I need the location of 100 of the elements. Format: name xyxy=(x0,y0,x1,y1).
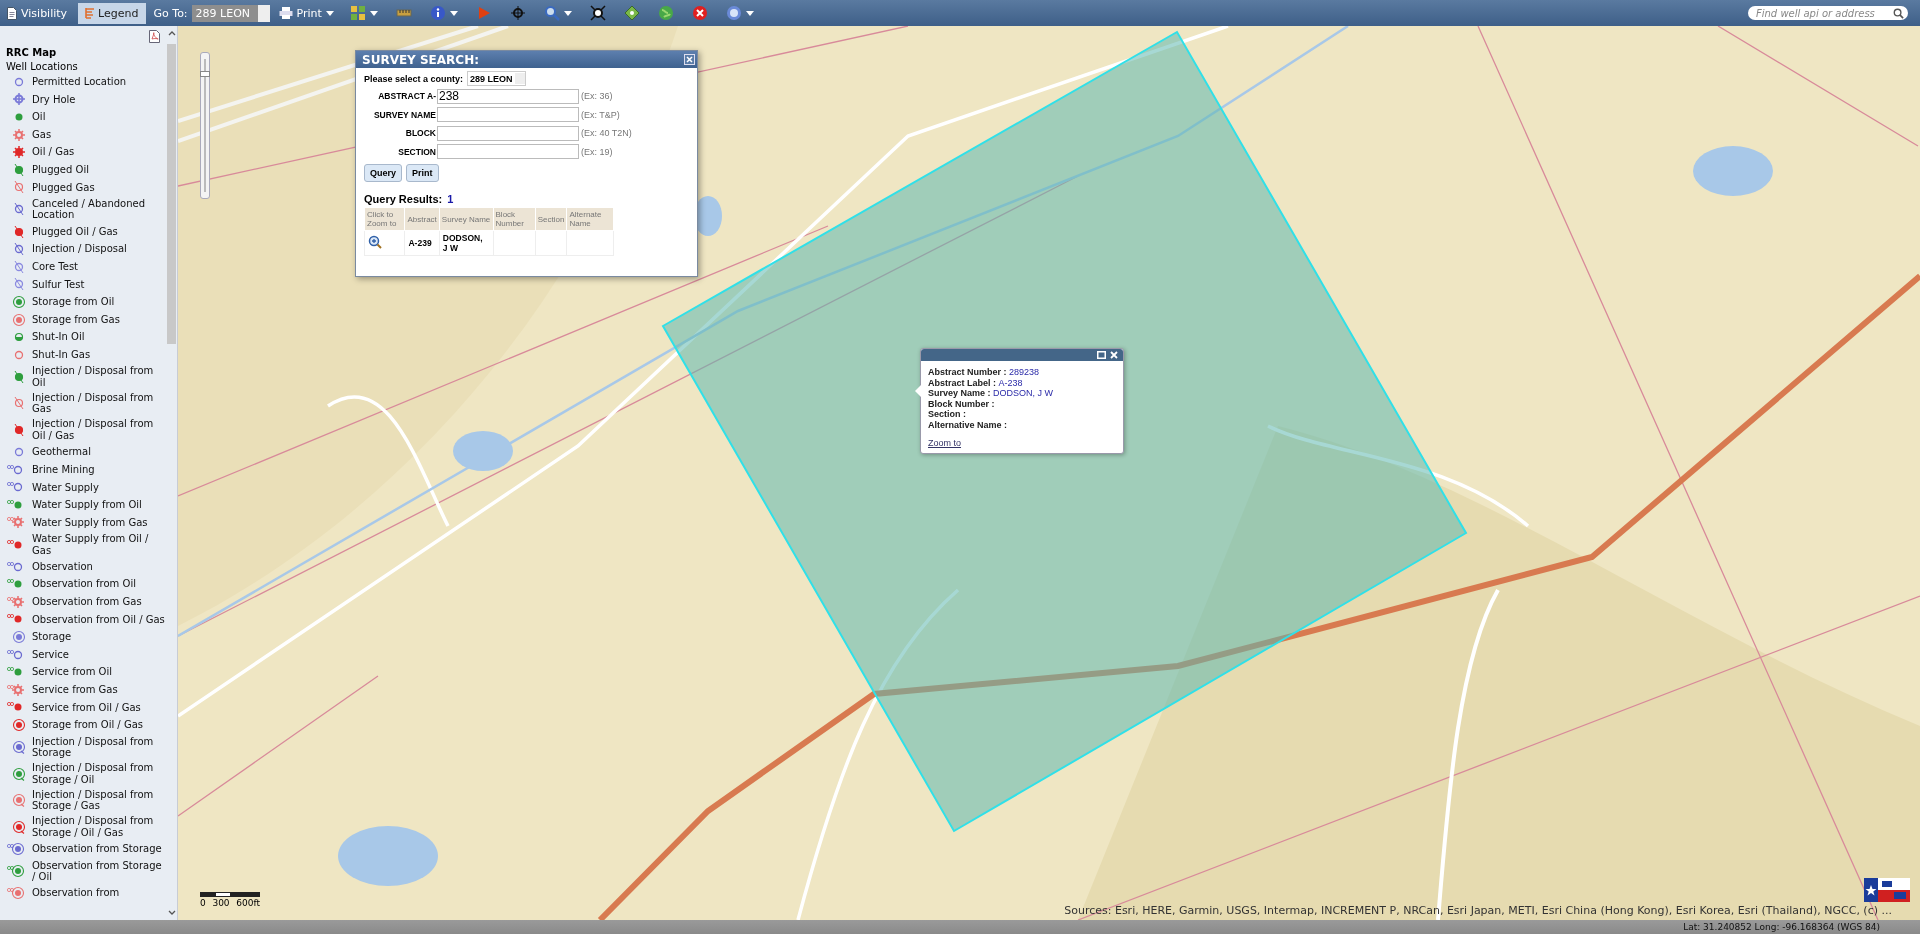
printer-icon xyxy=(278,7,293,19)
info-icon xyxy=(429,5,446,21)
legend-label: Water Supply from Oil / Gas xyxy=(32,533,150,557)
page-icon xyxy=(7,6,17,20)
legend-label: Plugged Oil / Gas xyxy=(32,225,118,238)
dialog-title: SURVEY SEARCH: xyxy=(362,52,479,67)
zoom-slider-thumb[interactable] xyxy=(200,71,210,78)
county-label: Please select a county: xyxy=(364,73,464,84)
legend-label: Observation from xyxy=(32,887,120,899)
legend-label: Shut-In Gas xyxy=(32,348,91,361)
legend-label: Core Test xyxy=(32,261,78,273)
toolbar-tab[interactable]: Visibility xyxy=(0,2,75,24)
dialog-button[interactable]: Query xyxy=(364,164,402,182)
input-field[interactable]: 238 xyxy=(437,88,579,104)
legend-label: Injection / Disposal from Storage / Oil / Gas xyxy=(32,815,155,839)
results-heading: Query Results: xyxy=(364,193,443,205)
legend-label: Observation from Oil / Gas xyxy=(32,613,165,626)
legend-label: Shut-In Oil xyxy=(32,331,85,343)
results-count: 1 xyxy=(447,193,454,205)
column-header: Click to Zoom to xyxy=(364,207,405,231)
county-select[interactable]: 289 LEON xyxy=(467,71,526,86)
legend-label: Injection / Disposal from Gas xyxy=(32,391,155,415)
caret-icon xyxy=(745,10,754,16)
list-icon xyxy=(85,7,95,19)
legend-label: Permitted Location xyxy=(32,76,127,88)
legend-label: Observation from Storage xyxy=(32,843,162,855)
legend-label: Storage xyxy=(32,631,72,643)
legend-label: Injection / Disposal from Storage / Oil xyxy=(32,762,155,786)
legend-label: Geothermal xyxy=(32,446,91,458)
scale-label: 300 xyxy=(212,898,230,908)
field-label: SURVEY NAME xyxy=(372,109,437,120)
legend-label: Oil xyxy=(32,111,46,123)
legend-label: Water Supply from Gas xyxy=(32,516,148,529)
zoom-slider[interactable] xyxy=(200,52,210,199)
legend-label: Canceled / Abandoned Location xyxy=(32,197,147,221)
column-header: Survey Name xyxy=(439,207,494,231)
map-attribution: Sources: Esri, HERE, Garmin, USGS, Intermap, INCREMENT P, NRCan, Esri Japan, METI, Esri China (Hong Kong), Esri Korea, Esri (Thailand), NGCC, (c) ... xyxy=(1064,904,1892,917)
legend-label: Water Supply from Oil xyxy=(32,499,142,511)
input-field[interactable] xyxy=(437,125,579,141)
legend-label: Oil / Gas xyxy=(32,146,75,158)
search-field[interactable]: Find well api or address xyxy=(1748,6,1908,20)
legend-label: Gas xyxy=(32,128,52,141)
input-field[interactable] xyxy=(437,107,579,123)
popup-field: Survey Name : DODSON, J W xyxy=(928,388,1116,399)
scale-bar xyxy=(200,892,260,897)
maximize-icon[interactable] xyxy=(1097,351,1106,359)
popup-field: Abstract Number : 289238 xyxy=(928,367,1116,378)
legend-label: Observation xyxy=(32,560,93,573)
scale-label: 0 xyxy=(200,898,206,908)
flag-logo-icon xyxy=(1864,878,1910,902)
legend-label: Service from Oil xyxy=(32,666,112,678)
legend-label: Dry Hole xyxy=(32,93,76,106)
caret-icon xyxy=(325,10,334,16)
legend-label: Plugged Oil xyxy=(32,164,89,176)
table-cell: DODSON, J W xyxy=(439,230,494,256)
magnifier-icon xyxy=(543,5,560,21)
field-hint: (Ex: 19) xyxy=(581,146,613,157)
legend-label: Service xyxy=(32,648,69,661)
dialog-button[interactable]: Print xyxy=(406,164,439,182)
popup-field: Block Number : xyxy=(928,398,1116,409)
caret-icon xyxy=(449,10,458,16)
close-icon xyxy=(691,5,708,21)
pdf-icon[interactable] xyxy=(149,30,160,43)
crosshair-icon xyxy=(509,5,526,21)
column-header: Block Number xyxy=(493,207,536,231)
print-button[interactable]: Print xyxy=(273,2,339,24)
zoom-to-link[interactable]: Zoom to xyxy=(928,438,961,449)
field-hint: (Ex: 36) xyxy=(581,91,613,102)
legend-label: Injection / Disposal xyxy=(32,243,127,255)
globe-icon xyxy=(657,5,674,21)
legend-label: Service from Gas xyxy=(32,684,118,696)
grid-icon xyxy=(349,5,366,21)
legend-label: Observation from Oil xyxy=(32,578,136,590)
legend-group-label: Well Locations xyxy=(6,61,79,72)
field-hint: (Ex: T&P) xyxy=(581,109,620,120)
legend-title: RRC Map xyxy=(6,47,58,58)
field-label: BLOCK xyxy=(404,128,437,139)
field-label: ABSTRACT A- xyxy=(377,91,437,102)
legend-label: Observation from Storage / Oil xyxy=(32,859,163,883)
table-cell: A-239 xyxy=(405,230,440,256)
popup-field: Alternative Name : xyxy=(928,419,1116,430)
column-header: Section xyxy=(535,207,567,231)
input-field[interactable] xyxy=(437,144,579,160)
legend-label: Service from Oil / Gas xyxy=(32,701,141,714)
close-icon[interactable] xyxy=(684,54,695,65)
legend-label: Injection / Disposal from Oil xyxy=(32,365,155,389)
legend-label: Storage from Oil xyxy=(32,296,115,308)
legend-label: Plugged Gas xyxy=(32,181,95,194)
legend-label: Brine Mining xyxy=(32,463,95,476)
caret-icon xyxy=(563,10,572,16)
legend-label: Storage from Gas xyxy=(32,313,120,326)
scroll-up-icon[interactable] xyxy=(167,30,176,36)
scroll-down-icon[interactable] xyxy=(167,910,176,916)
legend-label: Sulfur Test xyxy=(32,278,85,291)
toolbar-tab[interactable]: Legend xyxy=(78,2,146,24)
zoom-in-icon[interactable] xyxy=(368,235,382,249)
legend-label: Injection / Disposal from Oil / Gas xyxy=(32,418,155,442)
column-header: Alternate Name xyxy=(566,207,614,231)
caret-icon xyxy=(369,10,378,16)
scale-label: 600ft xyxy=(236,898,260,908)
